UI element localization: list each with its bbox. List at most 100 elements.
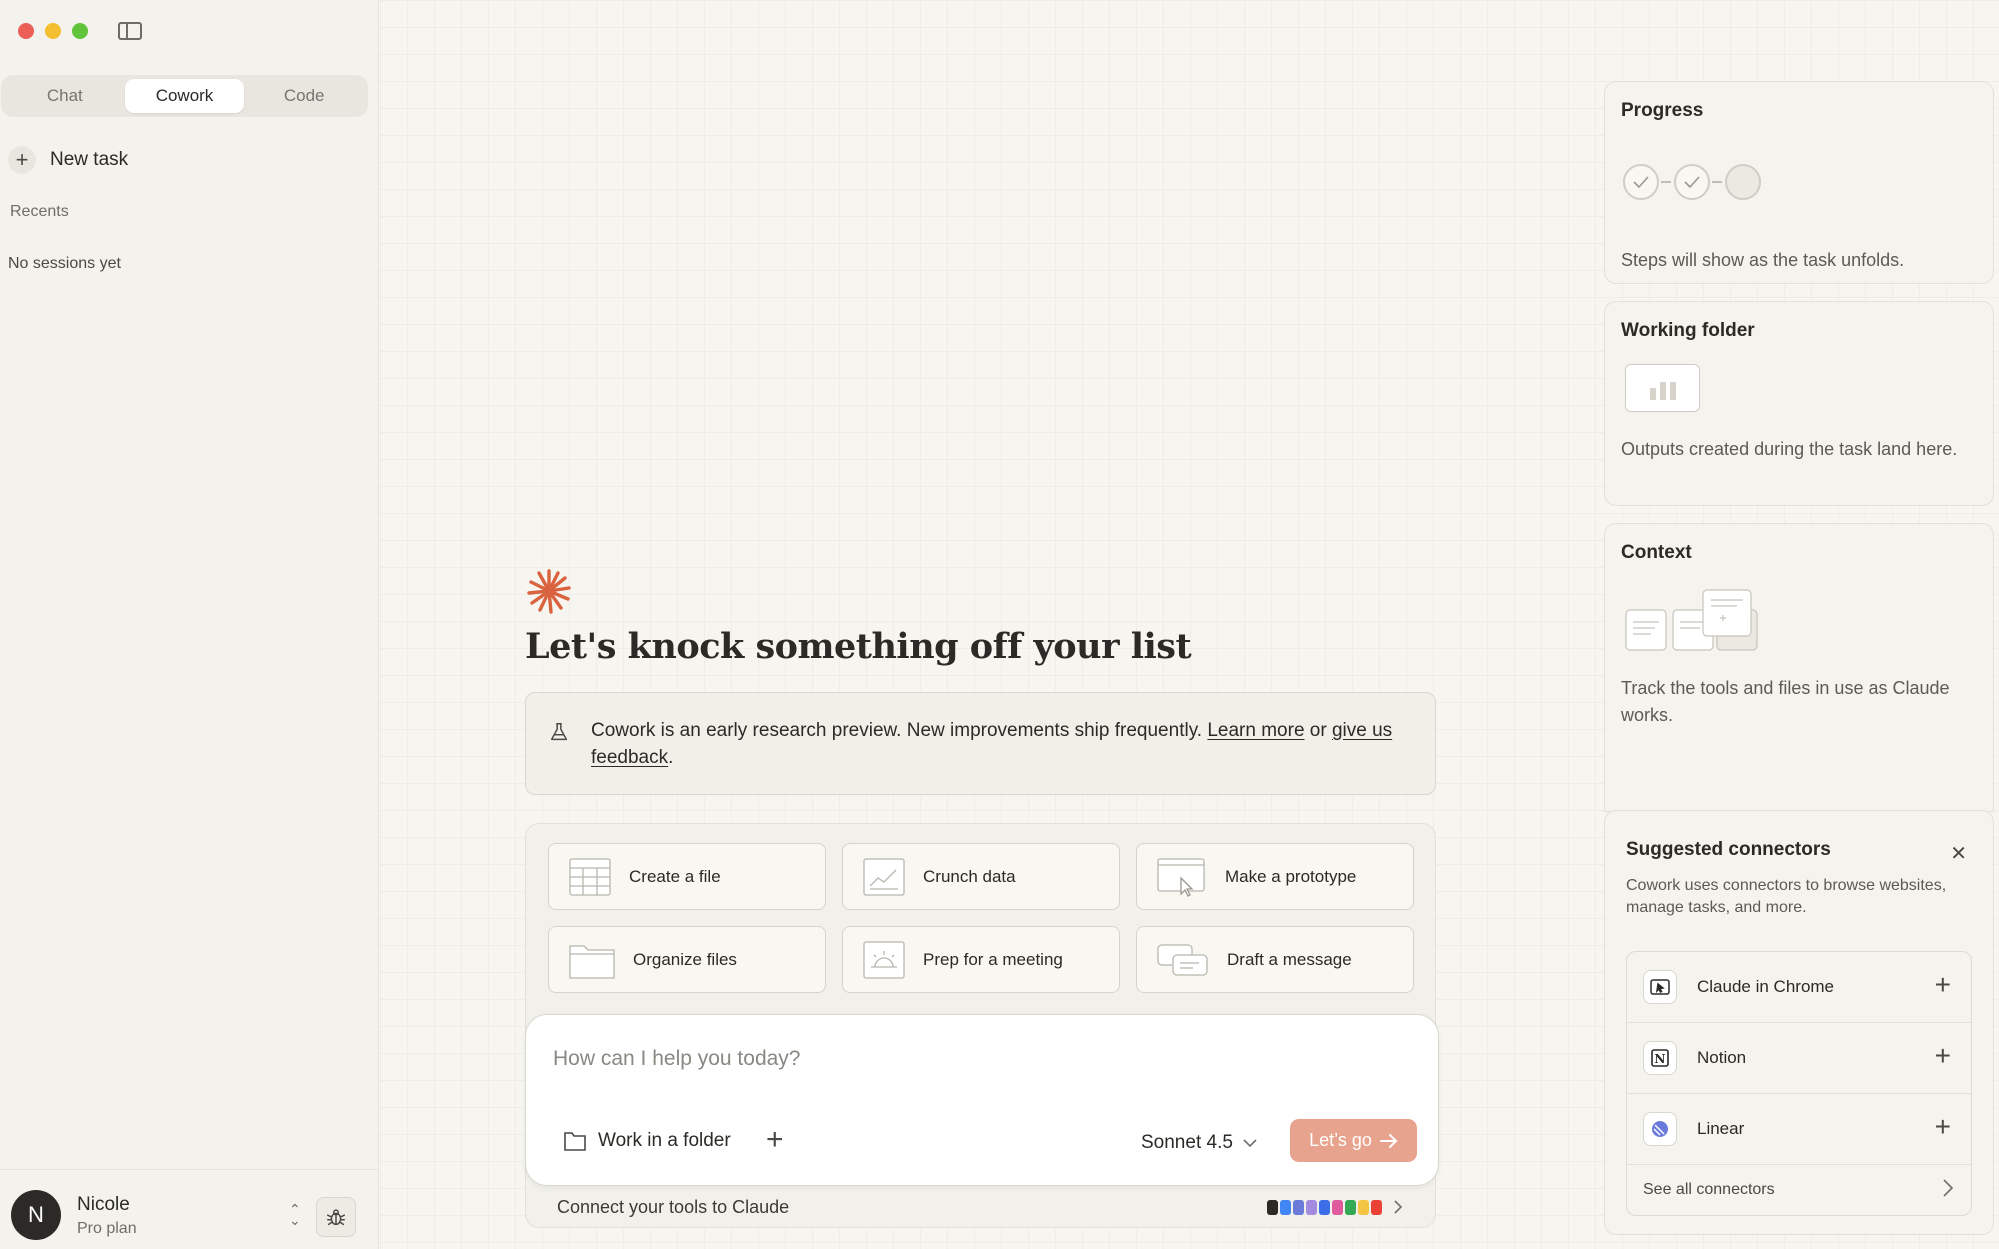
action-crunch-data[interactable]: Crunch data xyxy=(842,843,1120,910)
asana-mini-icon xyxy=(1332,1199,1343,1215)
chart-icon xyxy=(863,857,905,896)
working-folder-title: Working folder xyxy=(1621,320,1755,341)
work-in-folder-button[interactable]: Work in a folder xyxy=(564,1130,731,1152)
action-label: Prep for a meeting xyxy=(923,949,1063,969)
see-all-connectors-link[interactable]: See all connectors xyxy=(1627,1165,1971,1215)
notion-icon: N xyxy=(1643,1041,1677,1075)
add-attachment-button[interactable]: + xyxy=(766,1125,784,1155)
folder-outline-icon xyxy=(564,1132,586,1151)
action-create-file[interactable]: Create a file xyxy=(548,843,826,910)
work-in-folder-label: Work in a folder xyxy=(598,1130,731,1151)
action-organize-files[interactable]: Organize files xyxy=(548,926,826,993)
sidebar: Chat Cowork Code + New task Recents No s… xyxy=(0,0,379,1249)
model-name: Sonnet 4.5 xyxy=(1141,1132,1233,1153)
new-task-label: New task xyxy=(50,149,129,170)
action-draft-message[interactable]: Draft a message xyxy=(1136,926,1414,993)
progress-title: Progress xyxy=(1621,100,1704,121)
notice-end: . xyxy=(668,747,674,768)
minimize-window-button[interactable] xyxy=(45,23,61,39)
chrome-mini-icon xyxy=(1371,1199,1382,1215)
step-complete-icon xyxy=(1674,164,1710,200)
connector-linear[interactable]: Linear + xyxy=(1627,1094,1971,1165)
connect-tools-label: Connect your tools to Claude xyxy=(557,1196,790,1217)
tab-code[interactable]: Code xyxy=(244,79,364,113)
bug-report-button[interactable] xyxy=(316,1197,356,1237)
notice-connector-text: or xyxy=(1304,720,1332,741)
linear-mini-icon xyxy=(1293,1199,1304,1215)
step-connector xyxy=(1661,181,1671,183)
user-name: Nicole xyxy=(77,1194,130,1215)
action-label: Organize files xyxy=(633,949,737,969)
connector-claude-in-chrome[interactable]: Claude in Chrome + xyxy=(1627,952,1971,1023)
action-make-prototype[interactable]: Make a prototype xyxy=(1136,843,1414,910)
meeting-icon xyxy=(863,940,905,979)
app-mini-icon xyxy=(1306,1199,1317,1215)
composer: Work in a folder + Sonnet 4.5 Let’s go xyxy=(525,1014,1439,1186)
chevron-down-icon xyxy=(1243,1139,1257,1148)
user-plan: Pro plan xyxy=(77,1220,137,1237)
working-folder-card: Working folder Outputs created during th… xyxy=(1604,301,1994,506)
close-window-button[interactable] xyxy=(18,23,34,39)
recents-heading: Recents xyxy=(10,203,69,220)
user-menu[interactable]: N Nicole Pro plan ⌃ ⌄ xyxy=(0,1169,379,1249)
connector-name: Notion xyxy=(1697,1048,1747,1067)
connector-icons-group xyxy=(1267,1199,1403,1215)
context-files-icon xyxy=(1625,589,1758,651)
connect-tools-row[interactable]: Connect your tools to Claude xyxy=(557,1193,1403,1221)
add-connector-button[interactable]: + xyxy=(1935,1042,1951,1070)
flask-icon xyxy=(550,723,568,741)
claude-logo-icon xyxy=(527,569,571,614)
bug-icon xyxy=(327,1209,345,1226)
preview-notice: Cowork is an early research preview. New… xyxy=(525,692,1436,795)
avatar: N xyxy=(11,1190,61,1240)
prototype-icon xyxy=(1157,857,1207,897)
chevron-right-icon xyxy=(1394,1200,1403,1214)
folder-icon xyxy=(569,941,615,979)
suggested-connectors-card: Suggested connectors ✕ Cowork uses conne… xyxy=(1604,810,1994,1235)
prompt-input[interactable] xyxy=(553,1047,1393,1071)
notion-mini-icon xyxy=(1267,1199,1278,1215)
plus-icon: + xyxy=(8,146,36,174)
action-label: Draft a message xyxy=(1227,949,1352,969)
tab-cowork[interactable]: Cowork xyxy=(124,79,245,113)
lets-go-label: Let’s go xyxy=(1309,1130,1372,1150)
add-connector-button[interactable]: + xyxy=(1935,1113,1951,1141)
page-title: Let's knock something off your list xyxy=(525,626,1192,667)
svg-text:N: N xyxy=(1655,1052,1666,1066)
maximize-window-button[interactable] xyxy=(72,23,88,39)
connector-name: Claude in Chrome xyxy=(1697,977,1835,996)
action-prep-meeting[interactable]: Prep for a meeting xyxy=(842,926,1120,993)
empty-sessions-text: No sessions yet xyxy=(8,255,121,272)
add-connector-button[interactable]: + xyxy=(1935,971,1951,999)
drive-mini-icon xyxy=(1319,1199,1330,1215)
close-icon[interactable]: ✕ xyxy=(1950,841,1967,866)
context-card: Context Track the tools and files in use… xyxy=(1604,523,1994,812)
action-label: Make a prototype xyxy=(1225,866,1357,886)
arrow-right-icon xyxy=(1379,1133,1398,1148)
mode-tabs: Chat Cowork Code xyxy=(1,75,368,117)
connectors-list: Claude in Chrome + N Notion + Linear + S… xyxy=(1626,951,1972,1216)
step-connector xyxy=(1712,181,1722,183)
new-task-button[interactable]: + New task xyxy=(8,146,128,174)
google-mini-icon xyxy=(1280,1199,1291,1215)
lets-go-button[interactable]: Let’s go xyxy=(1290,1119,1417,1162)
step-complete-icon xyxy=(1623,164,1659,200)
model-selector[interactable]: Sonnet 4.5 xyxy=(1141,1132,1257,1154)
chrome-extension-icon xyxy=(1643,970,1677,1004)
chevron-updown-icon[interactable]: ⌃ ⌄ xyxy=(289,1202,301,1227)
working-folder-description: Outputs created during the task land her… xyxy=(1621,439,1958,459)
tab-chat[interactable]: Chat xyxy=(5,79,125,113)
action-label: Crunch data xyxy=(923,866,1016,886)
progress-description: Steps will show as the task unfolds. xyxy=(1621,250,1905,270)
learn-more-link[interactable]: Learn more xyxy=(1207,720,1304,741)
progress-card: Progress Steps will show as the task unf… xyxy=(1604,81,1994,284)
context-description: Track the tools and files in use as Clau… xyxy=(1621,678,1950,725)
sidebar-toggle-icon[interactable] xyxy=(118,22,142,40)
calendar-mini-icon xyxy=(1358,1199,1369,1215)
window-controls xyxy=(18,23,88,39)
folder-preview-icon xyxy=(1625,364,1700,412)
context-title: Context xyxy=(1621,542,1692,563)
connector-notion[interactable]: N Notion + xyxy=(1627,1023,1971,1094)
connector-name: Linear xyxy=(1697,1119,1745,1138)
chevron-right-icon xyxy=(1943,1179,1953,1197)
